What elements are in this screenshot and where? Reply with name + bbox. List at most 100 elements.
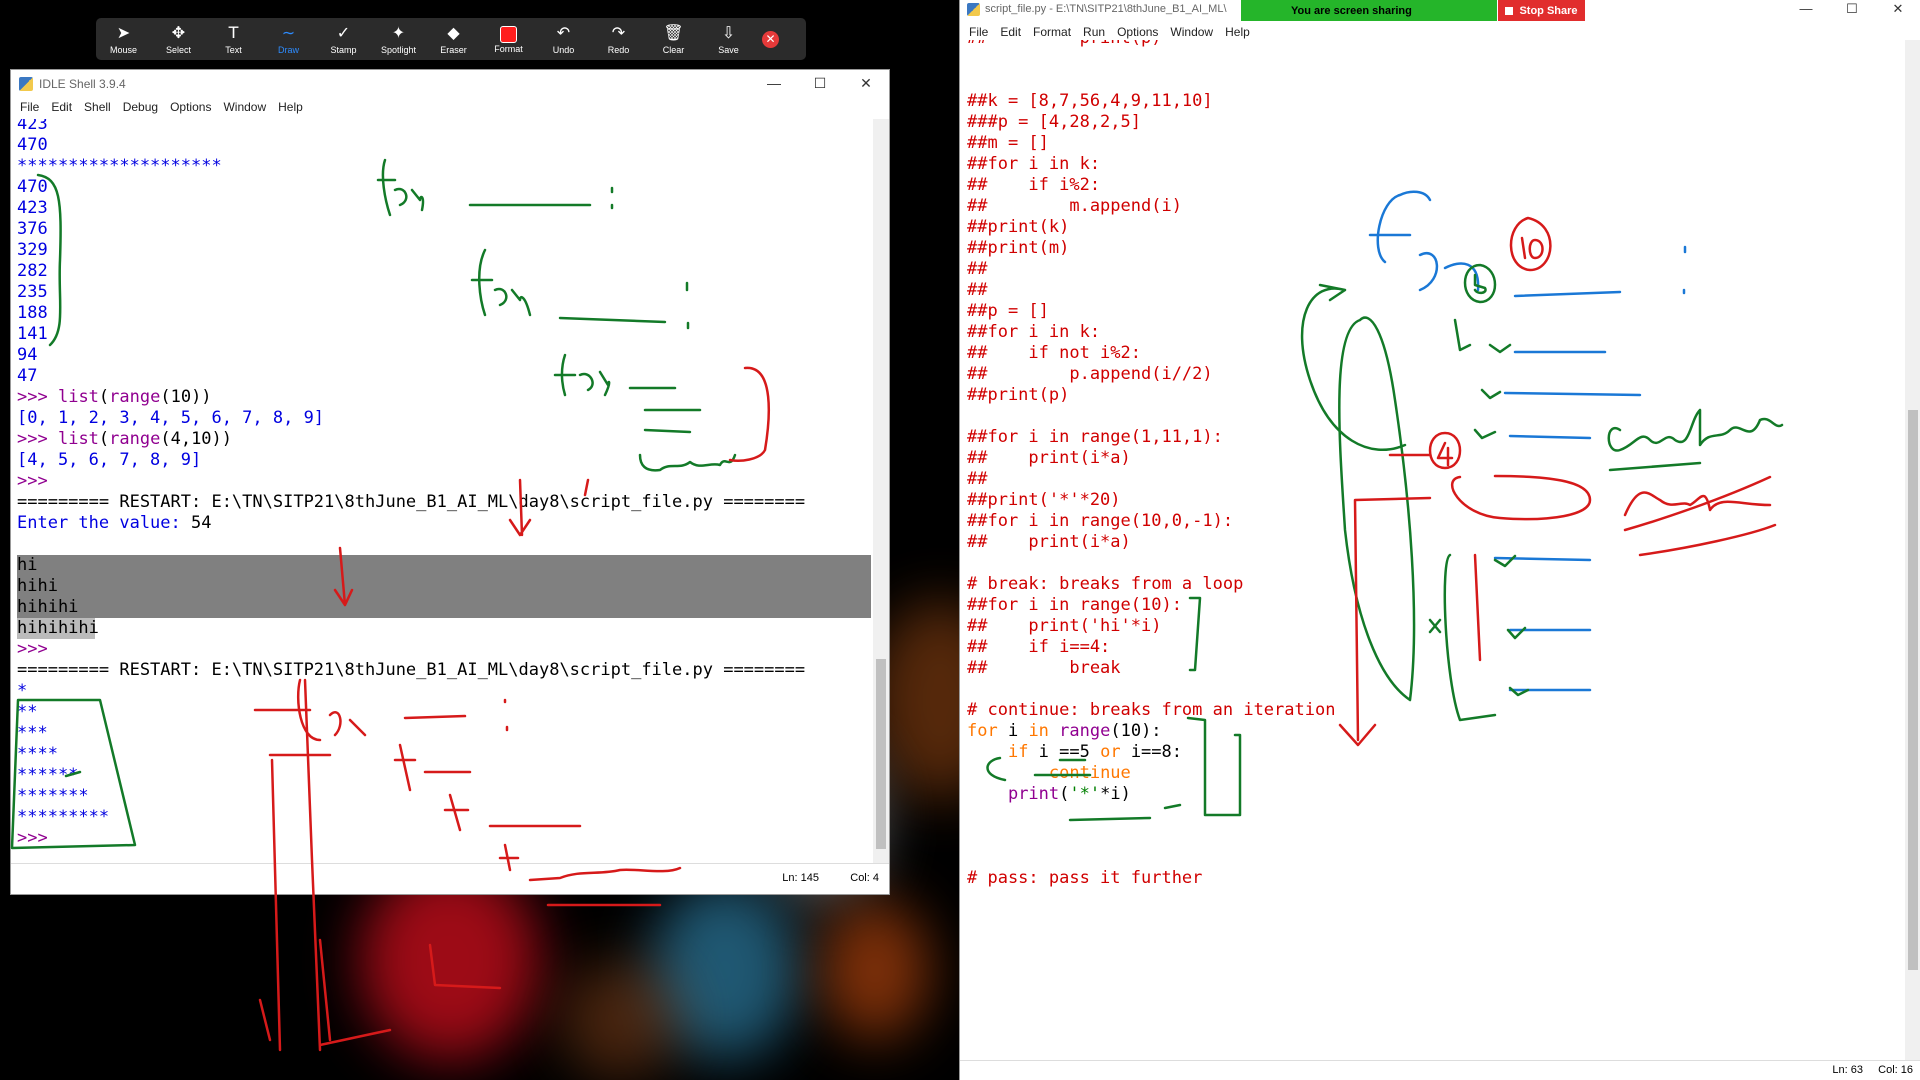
stop-share-button[interactable]: Stop Share: [1498, 0, 1585, 21]
shell-line: ========= RESTART: E:\TN\SITP21\8thJune_…: [17, 660, 806, 680]
editor-line: ## print(i*a): [967, 532, 1131, 552]
shell-line: 141: [17, 324, 48, 344]
editor-line: ## if not i%2:: [967, 343, 1141, 363]
menu-file[interactable]: File: [20, 100, 39, 114]
shell-line: hihi: [17, 576, 871, 597]
menu-help[interactable]: Help: [278, 100, 303, 114]
minimize-icon[interactable]: —: [751, 75, 797, 92]
tool-label: Text: [225, 44, 242, 55]
shell-line: >>>: [17, 828, 48, 848]
shell-line: >>>: [17, 639, 48, 659]
shell-titlebar: IDLE Shell 3.9.4 — ☐ ✕: [11, 70, 889, 97]
tool-redo[interactable]: ↷ Redo: [591, 18, 646, 60]
menu-file[interactable]: File: [969, 25, 988, 39]
editor-line: ## p.append(i//2): [967, 364, 1213, 384]
tool-draw[interactable]: ∼ Draw: [261, 18, 316, 60]
shell-statusbar: Ln: 145 Col: 4: [11, 863, 889, 894]
editor-line: ##: [967, 280, 988, 300]
editor-line: ##print(m): [967, 238, 1070, 258]
editor-line: # continue: breaks from an iteration: [967, 700, 1336, 720]
editor-line: if i ==5 or i==8:: [1007, 742, 1182, 762]
shell-title: IDLE Shell 3.9.4: [39, 76, 126, 91]
tool-label: Format: [494, 44, 523, 54]
tool-undo[interactable]: ↶ Undo: [536, 18, 591, 60]
tool-label: Eraser: [440, 44, 467, 55]
menu-window[interactable]: Window: [223, 100, 266, 114]
shell-line: Enter the value: 54: [17, 513, 212, 533]
tool-stamp[interactable]: ✓ Stamp: [316, 18, 371, 60]
editor-menubar: File Edit Format Run Options Window Help: [960, 22, 1920, 42]
close-icon[interactable]: ✕: [843, 75, 889, 92]
menu-options[interactable]: Options: [170, 100, 211, 114]
tool-eraser[interactable]: ◆ Eraser: [426, 18, 481, 60]
maximize-icon[interactable]: ☐: [797, 75, 843, 92]
shell-line: [4, 5, 6, 7, 8, 9]: [17, 450, 202, 470]
shell-line: *******: [17, 786, 89, 806]
python-icon: [19, 76, 33, 91]
editor-line: ## print('hi'*i): [967, 616, 1162, 636]
editor-line: ## print(i*a): [967, 448, 1131, 468]
shell-scrollbar[interactable]: [873, 119, 889, 863]
maximize-icon[interactable]: ☐: [1829, 1, 1875, 17]
menu-shell[interactable]: Shell: [84, 100, 111, 114]
shell-line: 235: [17, 282, 48, 302]
stop-icon: [1505, 6, 1514, 15]
editor-line: ##: [967, 259, 988, 279]
shell-line: [0, 1, 2, 3, 4, 5, 6, 7, 8, 9]: [17, 408, 325, 428]
menu-debug[interactable]: Debug: [123, 100, 158, 114]
shell-output[interactable]: 423 470 ******************** 470 423 376 329 28…: [11, 119, 873, 863]
shell-line: *********: [17, 807, 110, 827]
shell-line: **: [17, 702, 38, 722]
editor-text-area[interactable]: ## print(p) ##k = [8,7,56,4,9,11,10]###p…: [960, 40, 1903, 1060]
spotlight-wand-icon: ✦: [391, 22, 406, 42]
editor-line: ##: [967, 469, 988, 489]
shell-line: 188: [17, 303, 48, 323]
editor-scrollbar[interactable]: [1905, 40, 1920, 1060]
close-toolbar-icon[interactable]: ✕: [762, 30, 779, 48]
shell-line: 329: [17, 240, 48, 260]
tool-spotlight[interactable]: ✦ Spotlight: [371, 18, 426, 60]
annotation-toolbar: ➤ Mouse ✥ Select T Text ∼ Draw ✓ Stamp ✦ Spotlight ◆…: [96, 18, 806, 60]
menu-edit[interactable]: Edit: [1000, 25, 1021, 39]
shell-line: 423: [17, 119, 48, 134]
editor-line: continue: [1048, 763, 1131, 783]
tool-text[interactable]: T Text: [206, 18, 261, 60]
editor-title: script_file.py - E:\TN\SITP21\8thJune_B1…: [985, 3, 1227, 15]
editor-line: ## m.append(i): [967, 196, 1182, 216]
minimize-icon[interactable]: —: [1783, 1, 1829, 17]
editor-line: for i in range(10):: [967, 721, 1162, 741]
tool-format[interactable]: Format: [481, 18, 536, 60]
draw-squiggle-icon: ∼: [281, 22, 296, 42]
menu-edit[interactable]: Edit: [51, 100, 72, 114]
menu-run[interactable]: Run: [1083, 25, 1105, 39]
menu-options[interactable]: Options: [1117, 25, 1158, 39]
editor-line: ##print(k): [967, 217, 1070, 237]
tool-clear[interactable]: 🗑 Clear: [646, 18, 701, 60]
editor-line: ##print(p): [967, 385, 1070, 405]
tool-save[interactable]: ⇩ Save: [701, 18, 756, 60]
checkmark-icon: ✓: [336, 22, 351, 42]
stop-share-label: Stop Share: [1519, 4, 1578, 17]
shell-menubar: File Edit Shell Debug Options Window Help: [11, 97, 889, 117]
shell-line: *: [17, 681, 28, 701]
tool-select[interactable]: ✥ Select: [151, 18, 206, 60]
close-icon[interactable]: ✕: [1875, 1, 1920, 17]
menu-format[interactable]: Format: [1033, 25, 1071, 39]
editor-line: ##for i in k:: [967, 154, 1101, 174]
menu-window[interactable]: Window: [1170, 25, 1213, 39]
editor-line: ##for i in range(10):: [967, 595, 1182, 615]
editor-line: ## print(p): [967, 40, 1903, 49]
mouse-pointer-icon: ➤: [116, 22, 131, 42]
tool-mouse[interactable]: ➤ Mouse: [96, 18, 151, 60]
shell-line: 423: [17, 198, 48, 218]
tool-label: Select: [165, 44, 191, 55]
tool-label: Clear: [662, 44, 685, 55]
editor-line: print('*'*i): [1007, 784, 1131, 804]
shell-line: hihihihi: [17, 618, 871, 639]
menu-help[interactable]: Help: [1225, 25, 1250, 39]
text-t-icon: T: [228, 22, 239, 42]
